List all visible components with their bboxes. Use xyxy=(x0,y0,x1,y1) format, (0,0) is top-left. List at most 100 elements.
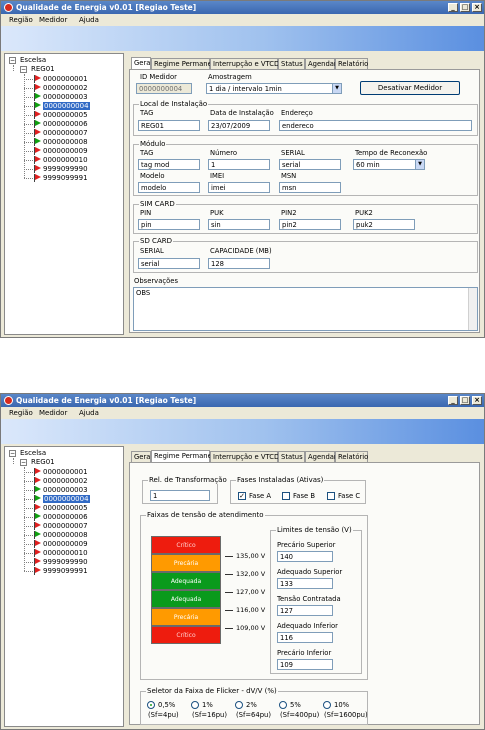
red-flag-icon xyxy=(35,504,41,510)
tab-agendar[interactable]: Agendar xyxy=(305,451,337,462)
pin2-input[interactable]: pin2 xyxy=(279,219,341,230)
tree-meter-item[interactable]: 0000000004 xyxy=(43,495,90,503)
msn-input[interactable]: msn xyxy=(279,182,341,193)
tab-regime-permanente[interactable]: Regime Permanente xyxy=(151,58,223,69)
adequado-superior-input[interactable]: 133 xyxy=(277,578,333,589)
tree-meter-item[interactable]: 0000000002 xyxy=(43,477,88,485)
amostragem-select[interactable]: 1 dia / intervalo 1min ▼ xyxy=(206,83,342,94)
fase-c-checkbox[interactable] xyxy=(327,492,335,500)
flicker-radio[interactable] xyxy=(279,701,287,709)
tree-meter-item[interactable]: 0000000008 xyxy=(43,531,88,539)
tab-interrupcao-vtcd[interactable]: Interrupção e VTCD xyxy=(210,58,279,69)
puk2-input[interactable]: puk2 xyxy=(353,219,415,230)
collapse-icon[interactable]: − xyxy=(9,57,16,64)
collapse-icon[interactable]: − xyxy=(9,450,16,457)
tree-meter-item[interactable]: 0000000008 xyxy=(43,138,88,146)
local-instalacao-title: Local de Instalação xyxy=(139,100,209,108)
tree-meter-item[interactable]: 0000000010 xyxy=(43,549,88,557)
desativar-medidor-button[interactable]: Desativar Medidor xyxy=(360,81,460,95)
mod-tag-label: TAG xyxy=(140,149,154,157)
numero-input[interactable]: 1 xyxy=(208,159,270,170)
maximize-icon[interactable]: □ xyxy=(460,396,470,405)
tree-meter-item[interactable]: 0000000001 xyxy=(43,468,88,476)
flicker-radio[interactable] xyxy=(147,701,155,709)
tab-geral[interactable]: Geral xyxy=(131,451,152,462)
fase-b-checkbox[interactable] xyxy=(282,492,290,500)
tree-meter-item[interactable]: 0000000002 xyxy=(43,84,88,92)
tree-meter-item[interactable]: 9999099990 xyxy=(43,165,88,173)
imei-input[interactable]: imei xyxy=(208,182,270,193)
tab-status[interactable]: Status xyxy=(278,58,305,69)
tree-meter-item[interactable]: 0000000004 xyxy=(43,102,90,110)
precario-superior-input[interactable]: 140 xyxy=(277,551,333,562)
data-instalacao-input[interactable]: 23/07/2009 xyxy=(208,120,270,131)
tensao-contratada-input[interactable]: 127 xyxy=(277,605,333,616)
tree-region-reg01[interactable]: REG01 xyxy=(31,458,55,466)
tree-root-escelsa[interactable]: Escelsa xyxy=(20,56,46,64)
tab-regime-permanente[interactable]: Regime Permanente xyxy=(151,450,223,462)
tree-meter-item[interactable]: 0000000009 xyxy=(43,147,88,155)
tab-interrupcao-vtcd[interactable]: Interrupção e VTCD xyxy=(210,451,279,462)
capacidade-input[interactable]: 128 xyxy=(208,258,270,269)
rel-transformacao-input[interactable]: 1 xyxy=(150,490,210,501)
adequado-inferior-input[interactable]: 116 xyxy=(277,632,333,643)
sd-serial-input[interactable]: serial xyxy=(138,258,200,269)
minimize-icon[interactable]: _ xyxy=(448,396,458,405)
collapse-icon[interactable]: − xyxy=(20,66,27,73)
red-flag-icon xyxy=(35,468,41,474)
close-icon[interactable]: × xyxy=(472,396,482,405)
tree-meter-item[interactable]: 0000000006 xyxy=(43,513,88,521)
fase-a-checkbox[interactable]: ✓ xyxy=(238,492,246,500)
tab-relatorio[interactable]: Relatório xyxy=(335,451,368,462)
collapse-icon[interactable]: − xyxy=(20,459,27,466)
tree-meter-item[interactable]: 0000000003 xyxy=(43,93,88,101)
tree-meter-item[interactable]: 0000000007 xyxy=(43,129,88,137)
menu-medidor[interactable]: Medidor xyxy=(39,409,67,417)
flicker-radio[interactable] xyxy=(191,701,199,709)
tree-meter-item[interactable]: 0000000007 xyxy=(43,522,88,530)
pin-label: PIN xyxy=(140,209,152,217)
fases-instaladas-group: Fases Instaladas (Ativas) ✓ Fase A Fase … xyxy=(230,476,366,504)
tree-meter-item[interactable]: 0000000005 xyxy=(43,111,88,119)
tree-meter-item[interactable]: 0000000010 xyxy=(43,156,88,164)
tag-input[interactable]: REG01 xyxy=(138,120,200,131)
tree-meter-item[interactable]: 9999099991 xyxy=(43,174,88,182)
sim-card-group: SIM CARD PIN pin PUK sin PIN2 pin2 PUK2 … xyxy=(133,200,478,234)
puk-input[interactable]: sin xyxy=(208,219,270,230)
tab-status[interactable]: Status xyxy=(278,451,305,462)
modelo-input[interactable]: modelo xyxy=(138,182,200,193)
menu-ajuda[interactable]: Ajuda xyxy=(79,409,99,417)
menu-regiao[interactable]: Região xyxy=(9,16,33,24)
close-icon[interactable]: × xyxy=(472,3,482,12)
tree-meter-item[interactable]: 0000000005 xyxy=(43,504,88,512)
observacoes-scrollbar[interactable] xyxy=(468,288,477,330)
flicker-radio[interactable] xyxy=(235,701,243,709)
tree-meter-item[interactable]: 0000000003 xyxy=(43,486,88,494)
tree-meter-item[interactable]: 0000000009 xyxy=(43,540,88,548)
minimize-icon[interactable]: _ xyxy=(448,3,458,12)
precario-inferior-input[interactable]: 109 xyxy=(277,659,333,670)
tab-geral[interactable]: Geral xyxy=(131,57,152,69)
flicker-radio[interactable] xyxy=(323,701,331,709)
tab-agendar[interactable]: Agendar xyxy=(305,58,337,69)
serial-input[interactable]: serial xyxy=(279,159,341,170)
menu-bar: Região Medidor Ajuda xyxy=(1,407,484,419)
tree-meter-item[interactable]: 9999099990 xyxy=(43,558,88,566)
tree-meter-item[interactable]: 9999099991 xyxy=(43,567,88,575)
pin-input[interactable]: pin xyxy=(138,219,200,230)
tree-region-reg01[interactable]: REG01 xyxy=(31,65,55,73)
maximize-icon[interactable]: □ xyxy=(460,3,470,12)
menu-medidor[interactable]: Medidor xyxy=(39,16,67,24)
tree-root-escelsa[interactable]: Escelsa xyxy=(20,449,46,457)
tree-meter-item[interactable]: 0000000006 xyxy=(43,120,88,128)
observacoes-textarea[interactable]: OBS xyxy=(133,287,478,331)
tree-connector xyxy=(24,106,33,107)
reconexao-select[interactable]: 60 min ▼ xyxy=(353,159,425,170)
mod-tag-input[interactable]: tag mod xyxy=(138,159,200,170)
menu-ajuda[interactable]: Ajuda xyxy=(79,16,99,24)
tab-relatorio[interactable]: Relatório xyxy=(335,58,368,69)
endereco-input[interactable]: endereco xyxy=(279,120,472,131)
id-medidor-input[interactable]: 0000000004 xyxy=(136,83,192,94)
tree-meter-item[interactable]: 0000000001 xyxy=(43,75,88,83)
menu-regiao[interactable]: Região xyxy=(9,409,33,417)
